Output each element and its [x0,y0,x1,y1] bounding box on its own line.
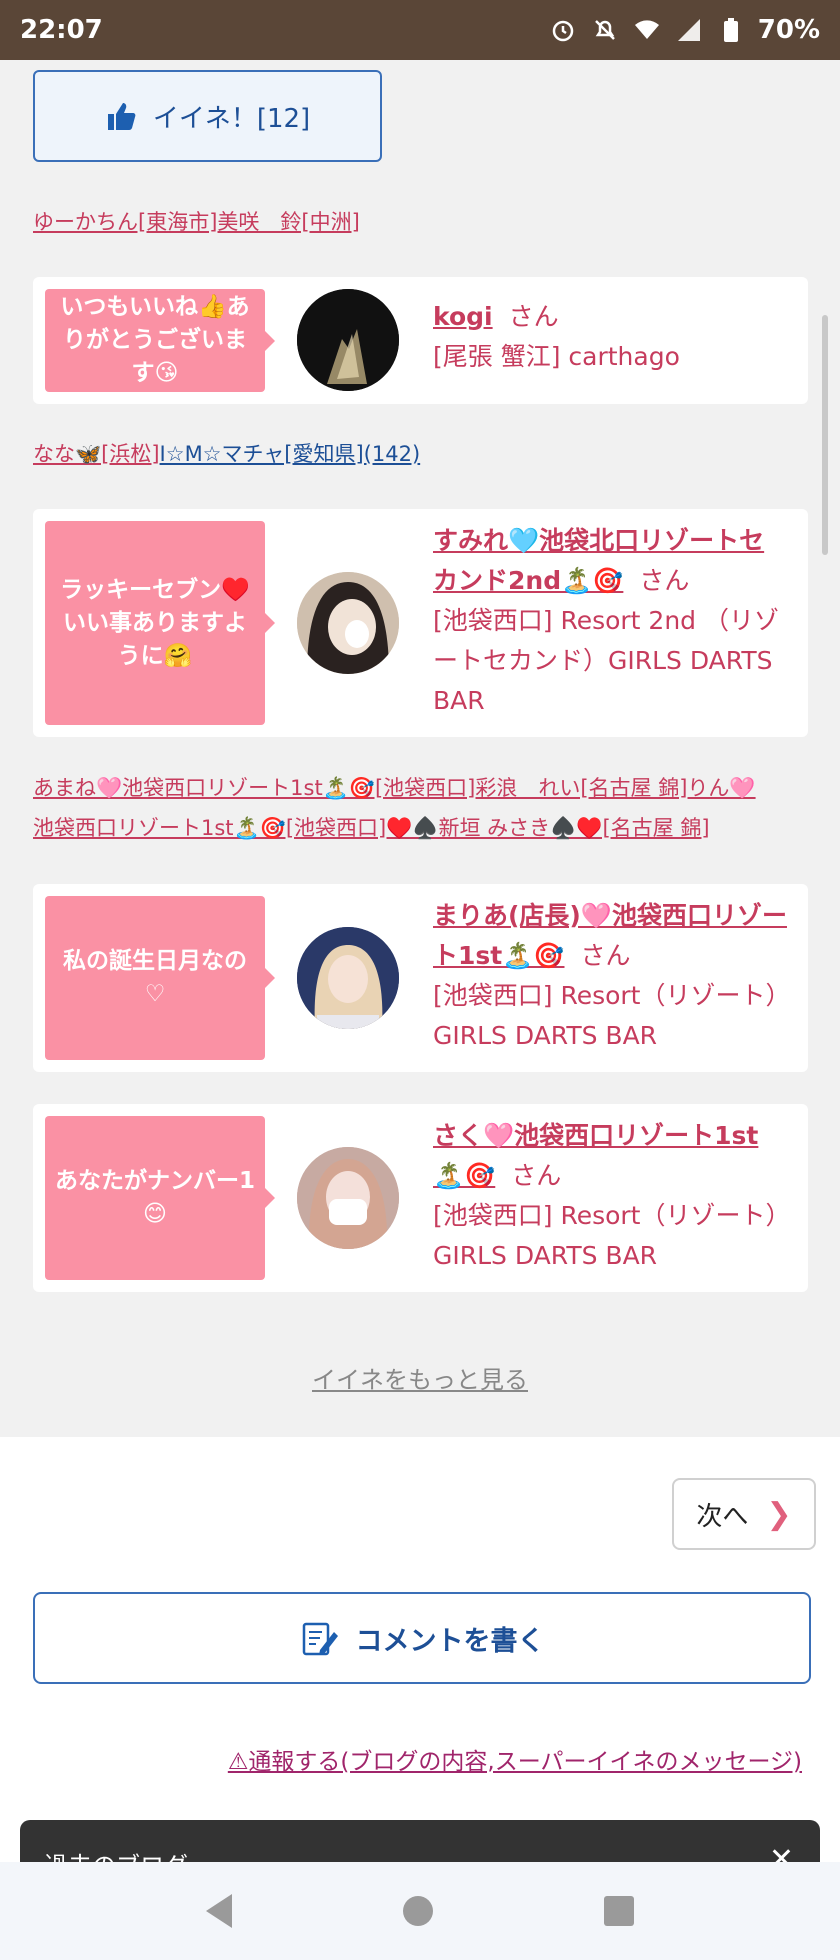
battery-percent: 70% [757,15,820,45]
sender-name-link[interactable]: さく🩷池袋西口リゾート1st🏝️🎯 [433,1121,758,1190]
avatar[interactable] [297,289,399,391]
liker-list-line[interactable]: ゆーかちん[東海市]美咲 鈴[中洲] [33,202,360,242]
edit-note-icon [302,1622,338,1656]
system-nav-bar [0,1862,840,1960]
liker-link[interactable]: I☆M☆マチャ[愛知県](142) [160,442,421,466]
sender-shop: [池袋西口] Resort 2nd （リゾートセカンド）GIRLS DARTS … [433,606,779,715]
next-button[interactable]: 次へ ❯ [672,1478,816,1550]
battery-icon [716,15,746,45]
back-icon[interactable] [205,1894,232,1928]
avatar[interactable] [297,1147,399,1249]
sender-name-link[interactable]: すみれ🩵池袋北口リゾートセカンド2nd🏝️🎯 [433,526,764,595]
status-time: 22:07 [20,15,103,45]
sender-info: kogi さん [尾張 蟹江] carthago [433,297,788,377]
honorific: さん [639,566,690,595]
honorific: さん [508,302,559,331]
report-link[interactable]: ⚠通報する(ブログの内容,スーパーイイネのメッセージ) [228,1742,802,1776]
super-like-card: 私の誕生日月なの♡ まりあ(店長)🩷池袋西口リゾート1st🏝️🎯 さん [池袋西口… [33,884,808,1072]
write-comment-button[interactable]: コメントを書く [33,1592,811,1684]
home-icon[interactable] [402,1896,433,1926]
sender-shop: [池袋西口] Resort（リゾート）GIRLS DARTS BAR [433,1201,778,1270]
liker-link[interactable]: 池袋西口リゾート1st🏝️🎯[池袋西口]♥️♠️新垣 みさき♠️♥️[名古屋 錦… [33,816,710,840]
sender-info: まりあ(店長)🩷池袋西口リゾート1st🏝️🎯 さん [池袋西口] Resort（リ… [433,896,788,1056]
status-icons: 70% [548,15,820,45]
alarm-icon [548,15,578,45]
honorific: さん [580,941,631,970]
like-button-label: イイネ！[12] [152,103,311,134]
wifi-icon [632,15,662,45]
liker-link[interactable]: なな🦋[浜松] [33,442,160,466]
mute-bell-icon [590,15,620,45]
super-like-card: ラッキーセブン♥️いい事ありますように🤗 すみれ🩵池袋北口リゾートセカンド2nd… [33,509,808,737]
super-like-card: あなたがナンバー1😊 さく🩷池袋西口リゾート1st🏝️🎯 さん [池袋西口] Re… [33,1104,808,1292]
liker-list-line[interactable]: 池袋西口リゾート1st🏝️🎯[池袋西口]♥️♠️新垣 みさき♠️♥️[名古屋 錦… [33,808,710,848]
like-button[interactable]: イイネ！[12] [33,70,382,162]
sender-shop: [尾張 蟹江] carthago [433,342,680,371]
status-bar: 22:07 70% [0,0,840,60]
recent-apps-icon[interactable] [604,1896,635,1926]
super-like-card: いつもいいね👍ありがとうございます😘 kogi さん [尾張 蟹江] cartha… [33,277,808,404]
message-bubble: いつもいいね👍ありがとうございます😘 [45,289,275,392]
write-comment-label: コメントを書く [355,1625,545,1657]
sender-shop: [池袋西口] Resort（リゾート）GIRLS DARTS BAR [433,981,778,1050]
liker-list-line[interactable]: なな🦋[浜松]I☆M☆マチャ[愛知県](142) [33,434,420,474]
sender-info: すみれ🩵池袋北口リゾートセカンド2nd🏝️🎯 さん [池袋西口] Resort 2… [433,521,788,721]
avatar[interactable] [297,927,399,1029]
thumbs-up-icon [107,103,136,130]
chevron-right-icon: ❯ [766,1496,792,1532]
see-more-likes-link[interactable]: イイネをもっと見る [0,1360,840,1395]
honorific: さん [511,1161,562,1190]
avatar[interactable] [297,572,399,674]
message-bubble: あなたがナンバー1😊 [45,1116,275,1280]
liker-link[interactable]: ゆーかちん[東海市]美咲 鈴[中洲] [33,210,360,234]
message-bubble: ラッキーセブン♥️いい事ありますように🤗 [45,521,275,725]
signal-icon [674,15,704,45]
sender-info: さく🩷池袋西口リゾート1st🏝️🎯 さん [池袋西口] Resort（リゾート）G… [433,1116,788,1276]
message-bubble: 私の誕生日月なの♡ [45,896,275,1060]
liker-list-line[interactable]: あまね🩷池袋西口リゾート1st🏝️🎯[池袋西口]彩浪 れい[名古屋 錦]りん🩷 [33,768,756,808]
next-button-label: 次へ [696,1501,749,1532]
scrollbar[interactable] [822,315,828,555]
sender-name-link[interactable]: kogi [433,302,493,331]
liker-link[interactable]: あまね🩷池袋西口リゾート1st🏝️🎯[池袋西口]彩浪 れい[名古屋 錦]りん🩷 [33,776,756,800]
